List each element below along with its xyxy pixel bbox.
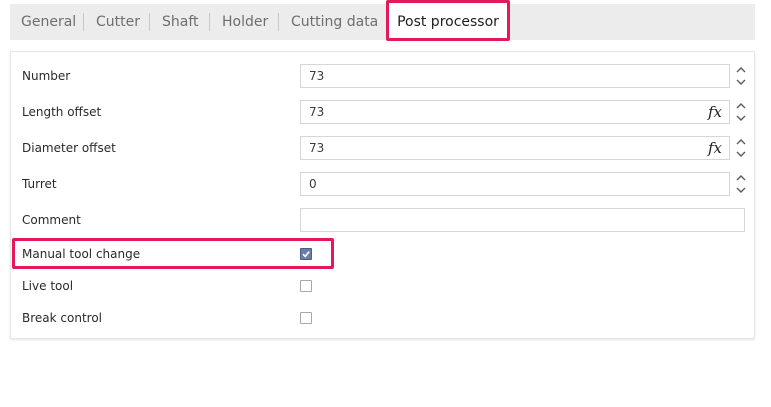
- tab-general[interactable]: General: [21, 4, 76, 40]
- post-processor-panel: Number Length offset 73 fx Diamet: [10, 51, 755, 339]
- chevron-up-icon[interactable]: [735, 100, 747, 112]
- row-manual-tool-change: Manual tool change: [11, 241, 754, 267]
- manual-tool-change-checkbox[interactable]: [300, 248, 312, 260]
- length-offset-field[interactable]: 73 fx: [300, 100, 730, 124]
- tab-bar: General Cutter Shaft Holder Cutting data…: [10, 4, 755, 40]
- tab-divider: [83, 13, 84, 31]
- break-control-checkbox[interactable]: [300, 312, 312, 324]
- row-turret: Turret: [11, 171, 754, 197]
- break-control-label: Break control: [22, 311, 102, 325]
- row-length-offset: Length offset 73 fx: [11, 99, 754, 125]
- chevron-down-icon[interactable]: [735, 112, 747, 124]
- diameter-offset-spinner[interactable]: [735, 136, 747, 160]
- tab-holder[interactable]: Holder: [222, 4, 268, 40]
- chevron-up-icon[interactable]: [735, 172, 747, 184]
- chevron-down-icon[interactable]: [735, 148, 747, 160]
- chevron-up-icon[interactable]: [735, 64, 747, 76]
- comment-input[interactable]: [300, 208, 745, 232]
- turret-input[interactable]: [300, 172, 730, 196]
- tab-shaft[interactable]: Shaft: [162, 4, 199, 40]
- row-live-tool: Live tool: [11, 273, 754, 299]
- number-spinner[interactable]: [735, 64, 747, 88]
- fx-icon[interactable]: fx: [708, 137, 722, 159]
- length-offset-label: Length offset: [22, 105, 102, 119]
- chevron-up-icon[interactable]: [735, 136, 747, 148]
- live-tool-checkbox[interactable]: [300, 280, 312, 292]
- tab-divider: [209, 13, 210, 31]
- live-tool-label: Live tool: [22, 279, 74, 293]
- tab-post-processor[interactable]: Post processor: [387, 4, 509, 40]
- tab-divider: [149, 13, 150, 31]
- turret-label: Turret: [22, 177, 57, 191]
- turret-spinner[interactable]: [735, 172, 747, 196]
- number-input[interactable]: [300, 64, 730, 88]
- fx-icon[interactable]: fx: [708, 101, 722, 123]
- row-number: Number: [11, 63, 754, 89]
- row-diameter-offset: Diameter offset 73 fx: [11, 135, 754, 161]
- tab-divider: [278, 13, 279, 31]
- chevron-down-icon[interactable]: [735, 76, 747, 88]
- diameter-offset-field[interactable]: 73 fx: [300, 136, 730, 160]
- number-label: Number: [22, 69, 71, 83]
- checkmark-icon: [302, 251, 310, 258]
- length-offset-value: 73: [309, 105, 325, 119]
- diameter-offset-label: Diameter offset: [22, 141, 116, 155]
- diameter-offset-value: 73: [309, 141, 325, 155]
- manual-tool-change-label: Manual tool change: [22, 247, 141, 261]
- row-comment: Comment: [11, 207, 754, 233]
- row-break-control: Break control: [11, 305, 754, 331]
- chevron-down-icon[interactable]: [735, 184, 747, 196]
- comment-label: Comment: [22, 213, 81, 227]
- length-offset-spinner[interactable]: [735, 100, 747, 124]
- tab-cutting-data[interactable]: Cutting data: [291, 4, 378, 40]
- tab-cutter[interactable]: Cutter: [96, 4, 140, 40]
